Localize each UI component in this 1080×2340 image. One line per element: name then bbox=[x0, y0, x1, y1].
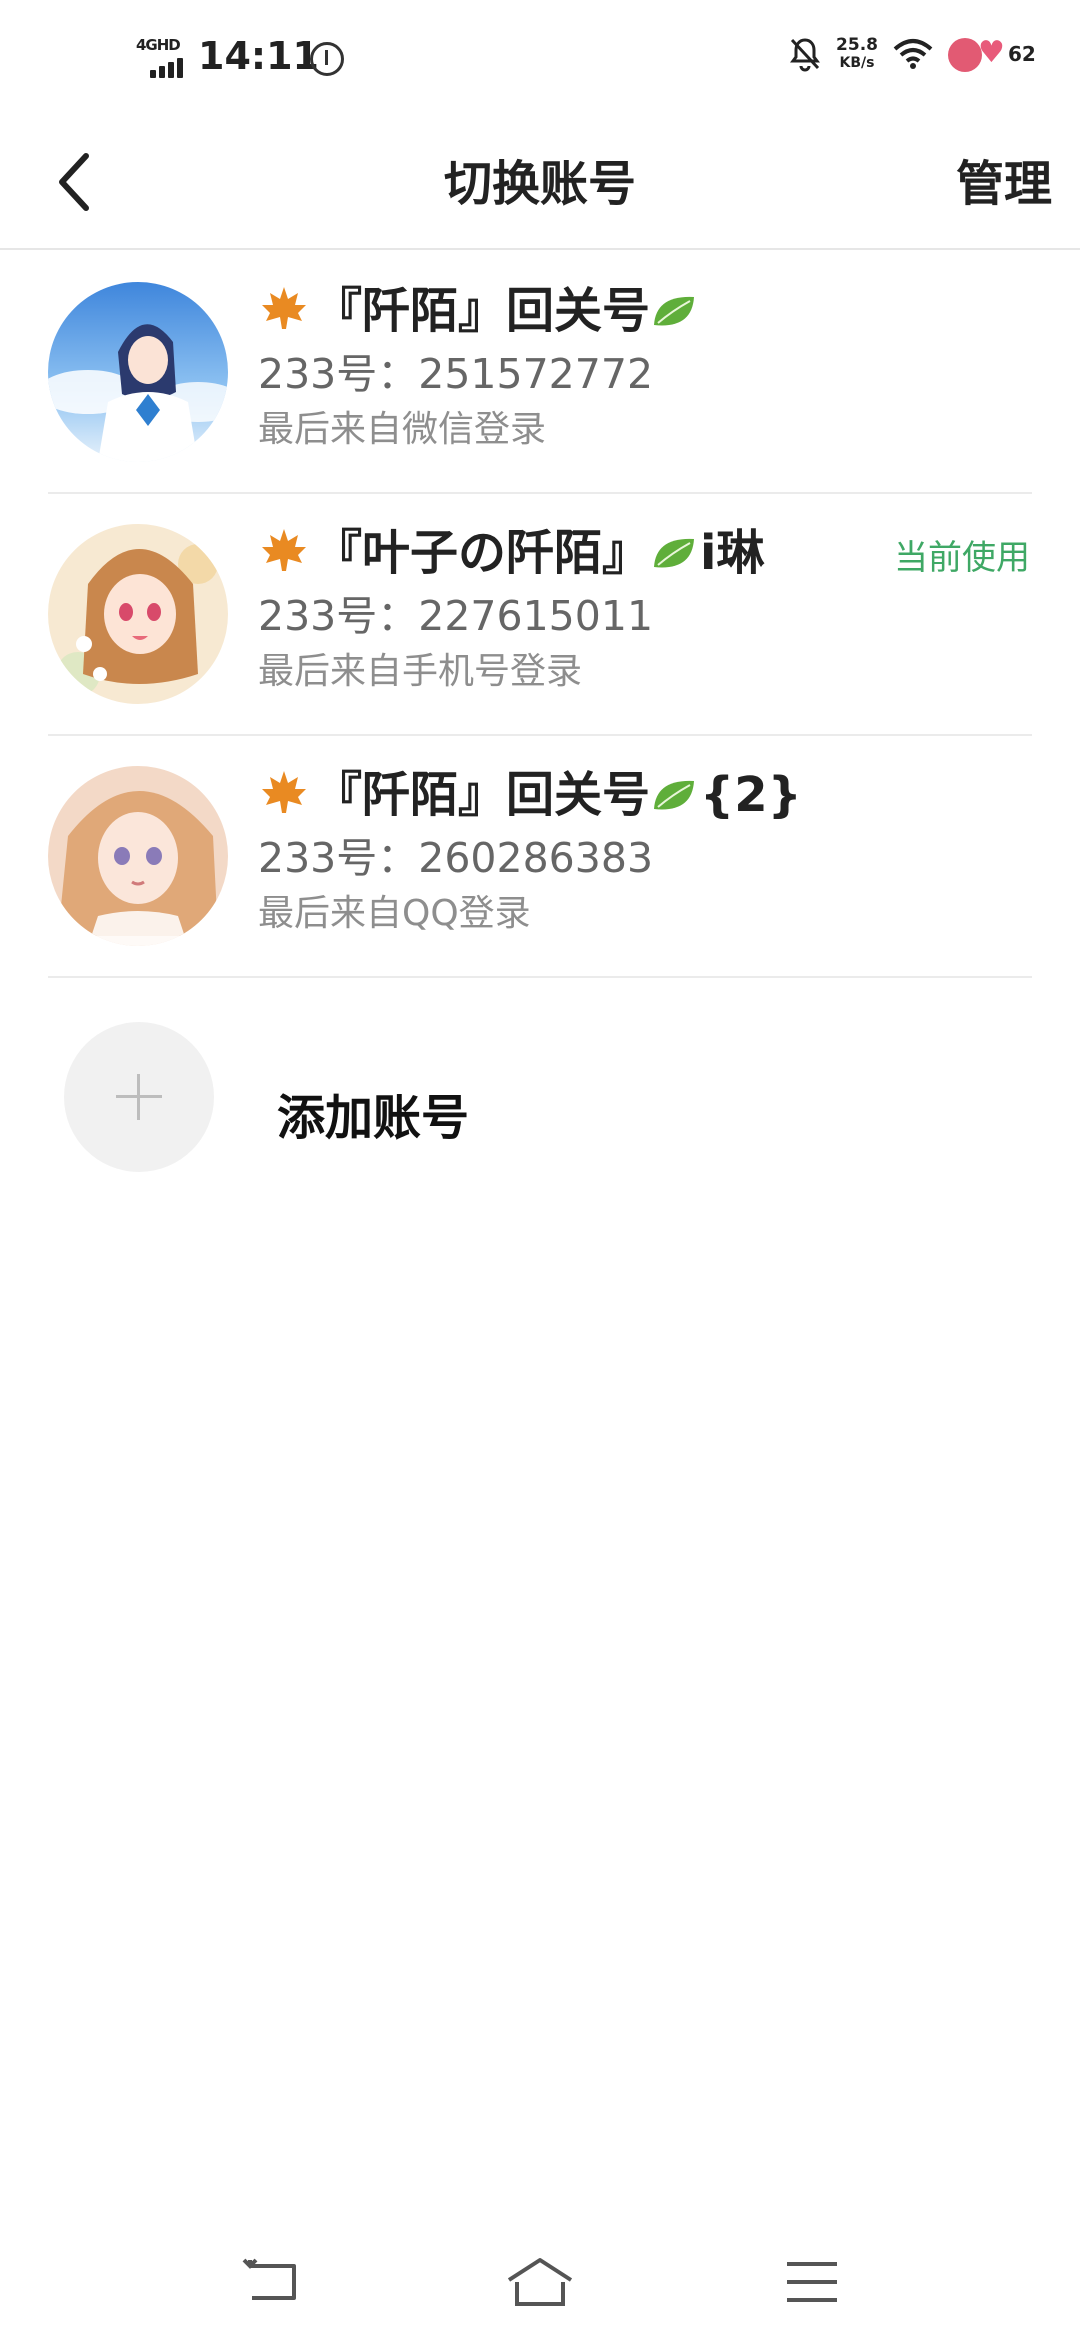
signal-icon bbox=[150, 58, 183, 78]
avatar bbox=[48, 282, 228, 462]
avatar bbox=[48, 766, 228, 946]
avatar bbox=[48, 524, 228, 704]
account-item[interactable]: 『叶子の阡陌』 i琳 233号：227615011 最后来自手机号登录 当前使用 bbox=[48, 494, 1032, 736]
status-time: 14:11 bbox=[198, 34, 319, 78]
leaf-icon bbox=[654, 780, 695, 810]
back-arrow-icon[interactable] bbox=[236, 2252, 306, 2312]
heart-battery-icon: ♥ bbox=[978, 35, 1005, 70]
account-name-text: 『阡陌』回关号 bbox=[314, 283, 651, 339]
status-right: 25.8 KB/s ♥ 62 bbox=[788, 34, 1040, 74]
last-login: 最后来自QQ登录 bbox=[258, 893, 531, 934]
maple-leaf-icon bbox=[262, 529, 306, 571]
account-info: 『阡陌』回关号 233号：251572772 最后来自微信登录 bbox=[258, 278, 1032, 454]
account-uid: 233号：260286383 bbox=[258, 834, 654, 882]
page-title: 切换账号 bbox=[443, 156, 636, 212]
header-bar: 切换账号 管理 bbox=[0, 120, 1080, 250]
add-account-label[interactable]: 添加账号 bbox=[277, 1078, 469, 1148]
wifi-icon bbox=[893, 39, 933, 69]
network-speed: 25.8 KB/s bbox=[836, 36, 878, 72]
account-name-text: 『阡陌』回关号 bbox=[314, 767, 651, 823]
add-account-button[interactable] bbox=[64, 1022, 214, 1172]
menu-icon[interactable] bbox=[777, 2252, 847, 2312]
maple-leaf-icon bbox=[262, 287, 306, 329]
last-login: 最后来自手机号登录 bbox=[258, 651, 583, 692]
battery-level: 62 bbox=[1008, 42, 1036, 66]
account-name-suffix: i琳 bbox=[700, 525, 765, 581]
charging-icon bbox=[948, 38, 982, 72]
account-name: 『阡陌』回关号 {2} bbox=[258, 762, 1032, 828]
data-saver-icon bbox=[310, 42, 344, 76]
account-name-suffix: {2} bbox=[700, 767, 802, 823]
status-bar: 4GHD 14:11 25.8 KB/s ♥ 62 bbox=[0, 0, 1080, 120]
system-nav-bar bbox=[0, 2230, 1080, 2340]
last-login: 最后来自微信登录 bbox=[258, 409, 547, 450]
maple-leaf-icon bbox=[262, 771, 306, 813]
account-item[interactable]: 『阡陌』回关号 {2} 233号：260286383 最后来自QQ登录 bbox=[48, 736, 1032, 978]
mute-bell-icon bbox=[790, 38, 821, 72]
account-uid: 233号：227615011 bbox=[258, 592, 654, 640]
speed-unit: KB/s bbox=[839, 55, 875, 71]
account-name-text: 『叶子の阡陌』 bbox=[314, 525, 651, 581]
account-info: 『阡陌』回关号 {2} 233号：260286383 最后来自QQ登录 bbox=[258, 762, 1032, 938]
leaf-icon bbox=[654, 296, 695, 326]
current-badge: 当前使用 bbox=[894, 538, 1030, 578]
network-type: 4GHD bbox=[136, 36, 181, 54]
manage-button[interactable]: 管理 bbox=[956, 144, 1052, 214]
account-uid: 233号：251572772 bbox=[258, 350, 654, 398]
account-item[interactable]: 『阡陌』回关号 233号：251572772 最后来自微信登录 bbox=[48, 252, 1032, 494]
battery-indicator: ♥ 62 bbox=[948, 34, 1040, 74]
account-name: 『阡陌』回关号 bbox=[258, 278, 1032, 344]
leaf-icon bbox=[654, 538, 695, 568]
home-icon[interactable] bbox=[505, 2252, 575, 2312]
speed-value: 25.8 bbox=[836, 35, 878, 55]
